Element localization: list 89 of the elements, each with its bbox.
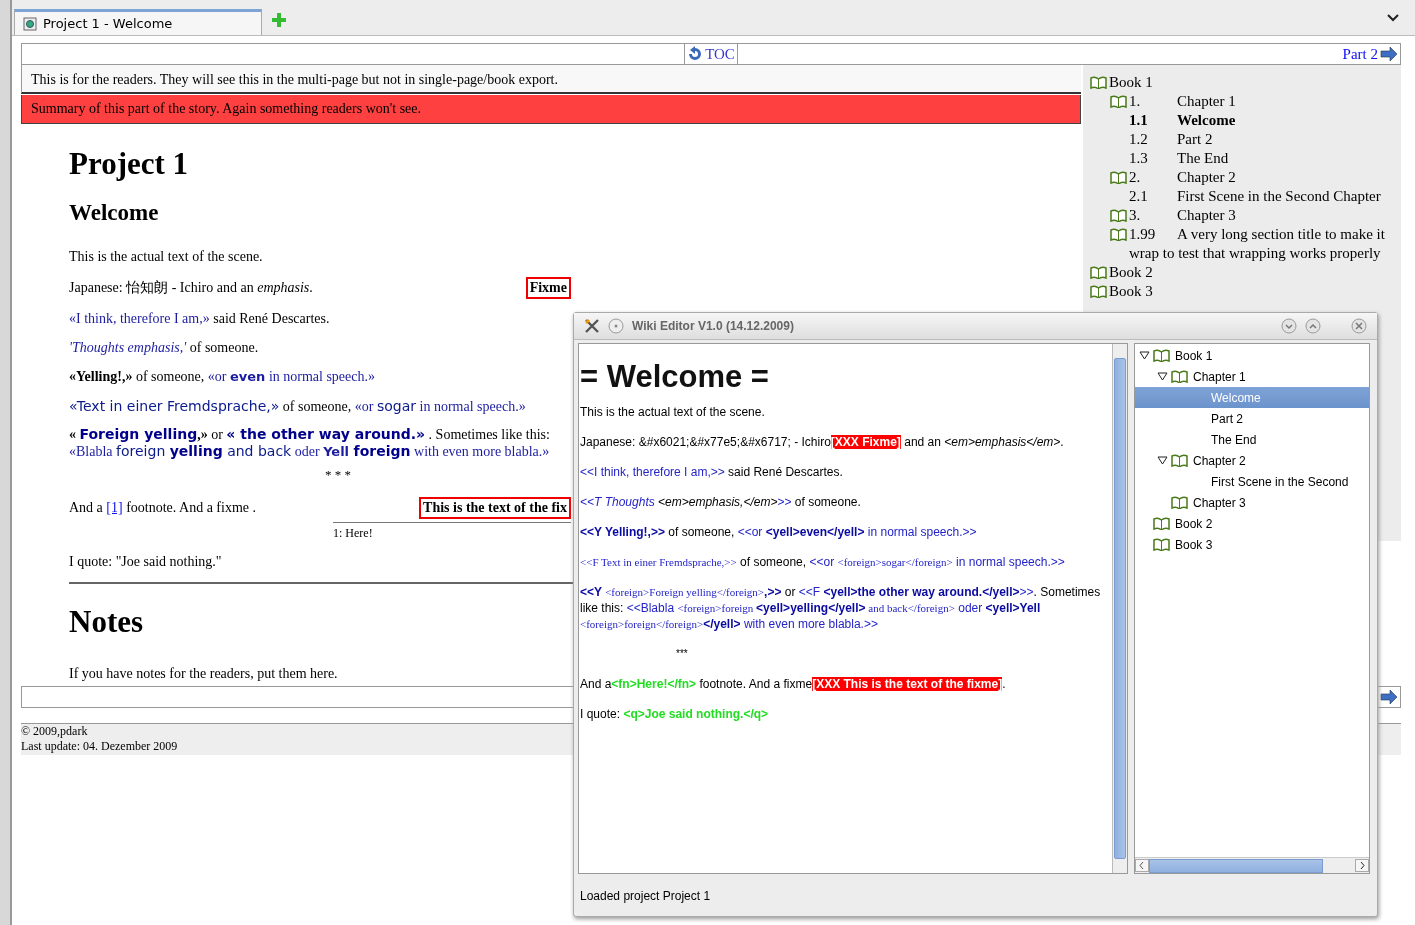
paragraph: «Yelling!,» of someone, «or even in normal speech.» bbox=[69, 369, 375, 385]
pin-button[interactable] bbox=[608, 318, 624, 334]
book-icon bbox=[1153, 517, 1170, 530]
status-text: Loaded project Project 1 bbox=[580, 889, 711, 903]
toc-scene[interactable]: 1.2 Part 2 bbox=[1129, 130, 1399, 149]
book-icon bbox=[1110, 95, 1127, 108]
expand-triangle-icon[interactable] bbox=[1139, 351, 1150, 360]
tree-item[interactable]: Chapter 3 bbox=[1135, 492, 1369, 513]
tree-item[interactable]: Part 2 bbox=[1135, 408, 1369, 429]
paragraph: « Foreign yelling,» or « the other way around.» . Sometimes like this: «Blabla foreign yelling and back oder Yell foreign with even more blabla.» bbox=[69, 426, 551, 460]
editor-heading: = Welcome = bbox=[580, 359, 770, 395]
maximize-button[interactable] bbox=[1305, 318, 1321, 334]
footer-text: © 2009,pdark bbox=[21, 724, 89, 739]
toc-chapter[interactable]: 3. Chapter 3 bbox=[1129, 206, 1399, 225]
tools-icon bbox=[584, 318, 600, 334]
editor-line: <<T Thoughts <em>emphasis,</em>>> of someone. bbox=[580, 494, 862, 510]
scroll-left-icon[interactable] bbox=[1135, 859, 1149, 872]
book-icon bbox=[1090, 266, 1107, 279]
notes-heading: Notes bbox=[69, 604, 144, 640]
next-page-link[interactable]: Part 2 bbox=[1342, 45, 1400, 63]
toc-book[interactable]: Book 2 bbox=[1109, 263, 1153, 282]
fixme-note: This is the text of the fix bbox=[419, 497, 571, 519]
editor-line: <<Y <foreign>Foreign yelling</foreign>,>> or <<F <yell>the other way around.</yell>>>. Sometimes like this: <<Blabla <foreign>foreign <yell>yelling</yell> and back</foreign> oder <yell>Yell <foreign>foreign</foreign></yell> with even more blabla.>> bbox=[580, 584, 1102, 632]
footer-text: Last update: 04. Dezember 2009 bbox=[21, 739, 179, 754]
footnote-link[interactable]: [1] bbox=[106, 500, 123, 515]
book-icon bbox=[1171, 496, 1188, 509]
arrow-right-icon[interactable] bbox=[1380, 690, 1398, 704]
footnote: 1: Here! bbox=[333, 526, 373, 540]
toc-scene[interactable]: 2.1 First Scene in the Second Chapter bbox=[1129, 187, 1399, 206]
book-icon bbox=[1153, 349, 1170, 362]
tree-item[interactable]: Book 2 bbox=[1135, 513, 1369, 534]
scroll-right-icon[interactable] bbox=[1355, 859, 1369, 872]
scene-separator: * * * bbox=[325, 467, 351, 482]
editor-line: This is the actual text of the scene. bbox=[580, 404, 766, 420]
paragraph: «Text in einer Fremdsprache,» of someone, «or sogar in normal speech.» bbox=[69, 397, 526, 415]
paragraph: I quote: "Joe said nothing." bbox=[69, 554, 222, 570]
toc-chapter[interactable]: 1. Chapter 1 bbox=[1129, 92, 1399, 111]
toc-book[interactable]: Book 3 bbox=[1109, 282, 1153, 301]
project-title: Project 1 bbox=[69, 146, 189, 182]
scene-heading: Welcome bbox=[69, 200, 159, 226]
toc-scene[interactable]: 1.1 Welcome bbox=[1129, 111, 1399, 130]
refresh-icon bbox=[687, 46, 704, 62]
vertical-scrollbar[interactable] bbox=[1112, 344, 1127, 873]
tree-item[interactable]: Chapter 2 bbox=[1135, 450, 1369, 471]
book-icon bbox=[1110, 228, 1127, 241]
tree-item[interactable]: First Scene in the Second bbox=[1135, 471, 1369, 492]
editor-line: <<I think, therefore I am,>> said René Descartes. bbox=[580, 464, 844, 480]
minimize-button[interactable] bbox=[1281, 318, 1297, 334]
expand-triangle-icon[interactable] bbox=[1157, 456, 1168, 465]
book-icon bbox=[1090, 76, 1107, 89]
tree-item[interactable]: Book 1 bbox=[1135, 345, 1369, 366]
horizontal-scrollbar[interactable] bbox=[1135, 857, 1369, 873]
editor-line: I quote: <q>Joe said nothing.</q> bbox=[580, 706, 770, 722]
paragraph: And a [1] footnote. And a fixme . bbox=[69, 500, 257, 516]
toc-link[interactable]: TOC bbox=[684, 44, 738, 64]
page-tab[interactable]: Project 1 - Welcome bbox=[14, 9, 262, 35]
editor-line: And a<fn>Here!</fn> footnote. And a fixme[XXX This is the text of the fixme]. bbox=[580, 676, 1007, 692]
paragraph: Japanese: 怡知朗 - Ichiro and an emphasis. bbox=[69, 279, 313, 297]
chevron-down-icon[interactable] bbox=[1387, 14, 1399, 22]
paragraph: This is the actual text of the scene. bbox=[69, 249, 263, 265]
editor-line: *** bbox=[675, 647, 689, 661]
book-icon bbox=[1110, 171, 1127, 184]
fixme-note: Fixme bbox=[525, 277, 571, 299]
tree-item[interactable]: The End bbox=[1135, 429, 1369, 450]
paragraph: «I think, therefore I am,» said René Descartes. bbox=[69, 311, 330, 327]
book-icon bbox=[1090, 285, 1107, 298]
reader-note: This is for the readers. They will see this in the multi-page but not in single-page/book export. bbox=[21, 65, 1081, 94]
book-icon bbox=[1153, 538, 1170, 551]
arrow-right-icon bbox=[1380, 47, 1398, 61]
tree-item[interactable]: Book 3 bbox=[1135, 534, 1369, 555]
expand-triangle-icon[interactable] bbox=[1157, 372, 1168, 381]
page-icon bbox=[23, 16, 37, 31]
book-icon bbox=[1171, 454, 1188, 467]
toc-book[interactable]: Book 1 bbox=[1109, 73, 1153, 92]
summary-banner: Summary of this part of the story. Again something readers won't see. bbox=[21, 95, 1081, 124]
editor-line: <<Y Yelling!,>> of someone, <<or <yell>even</yell> in normal speech.>> bbox=[580, 524, 978, 540]
window-title: Wiki Editor V1.0 (14.12.2009) bbox=[632, 319, 794, 333]
close-button[interactable] bbox=[1351, 318, 1367, 334]
editor-text-area[interactable] bbox=[578, 343, 1128, 874]
tree-item[interactable]: Chapter 1 bbox=[1135, 366, 1369, 387]
book-icon bbox=[1110, 209, 1127, 222]
notes-text: If you have notes for the readers, put them here. bbox=[69, 666, 338, 682]
paragraph: 'Thoughts emphasis,' of someone. bbox=[69, 340, 259, 356]
toc-scene[interactable]: 1.3 The End bbox=[1129, 149, 1399, 168]
toc-chapter[interactable]: 1.99 A very long section title to make it wrap to test that wrapping works properly bbox=[1129, 225, 1399, 263]
add-tab-icon[interactable] bbox=[272, 13, 286, 27]
editor-line: <<F Text in einer Fremdsprache,>> of someone, <<or <foreign>sogar</foreign> in normal speech.>> bbox=[580, 554, 1066, 570]
toc-chapter[interactable]: 2. Chapter 2 bbox=[1129, 168, 1399, 187]
book-icon bbox=[1171, 370, 1188, 383]
